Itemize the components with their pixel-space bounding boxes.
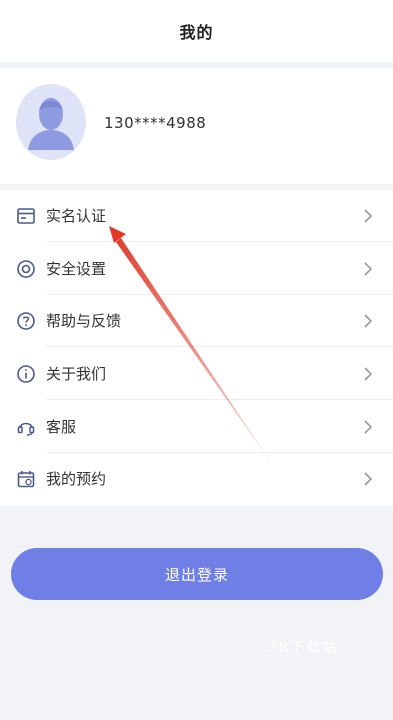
divider <box>46 399 393 400</box>
question-icon <box>16 311 36 331</box>
menu-item-label: 客服 <box>46 418 77 436</box>
headset-icon <box>16 417 36 437</box>
menu-item-real-name[interactable]: 实名认证 <box>0 190 393 242</box>
profile-card[interactable]: 130****4988 <box>0 68 393 184</box>
avatar[interactable] <box>16 84 86 160</box>
menu-item-appointments[interactable]: 我的预约 <box>0 453 393 505</box>
menu-item-security[interactable]: 安全设置 <box>0 243 393 295</box>
shield-target-icon <box>16 259 36 279</box>
menu-item-label: 实名认证 <box>46 207 107 225</box>
info-icon <box>16 364 36 384</box>
chevron-right-icon <box>363 471 373 487</box>
id-card-icon <box>16 206 36 226</box>
page-title: 我的 <box>179 23 214 42</box>
chevron-right-icon <box>363 261 373 277</box>
menu-item-help[interactable]: 帮助与反馈 <box>0 295 393 347</box>
calendar-icon <box>16 469 36 489</box>
menu-item-label: 我的预约 <box>46 470 107 488</box>
phone-number: 130****4988 <box>104 114 207 132</box>
watermark: 7B下载站 <box>268 640 339 656</box>
chevron-right-icon <box>363 419 373 435</box>
divider <box>46 241 393 242</box>
menu-item-customer-service[interactable]: 客服 <box>0 401 393 453</box>
menu-item-label: 帮助与反馈 <box>46 312 122 330</box>
menu-item-about[interactable]: 关于我们 <box>0 348 393 400</box>
header: 我的 <box>0 0 393 62</box>
chevron-right-icon <box>363 208 373 224</box>
divider <box>46 346 393 347</box>
logout-button[interactable]: 退出登录 <box>11 548 383 600</box>
menu-item-label: 关于我们 <box>46 365 107 383</box>
chevron-right-icon <box>363 313 373 329</box>
menu-list: 实名认证 安全设置 帮助与反馈 关于我们 客服 我的预约 <box>0 190 393 506</box>
menu-item-label: 安全设置 <box>46 260 107 278</box>
chevron-right-icon <box>363 366 373 382</box>
